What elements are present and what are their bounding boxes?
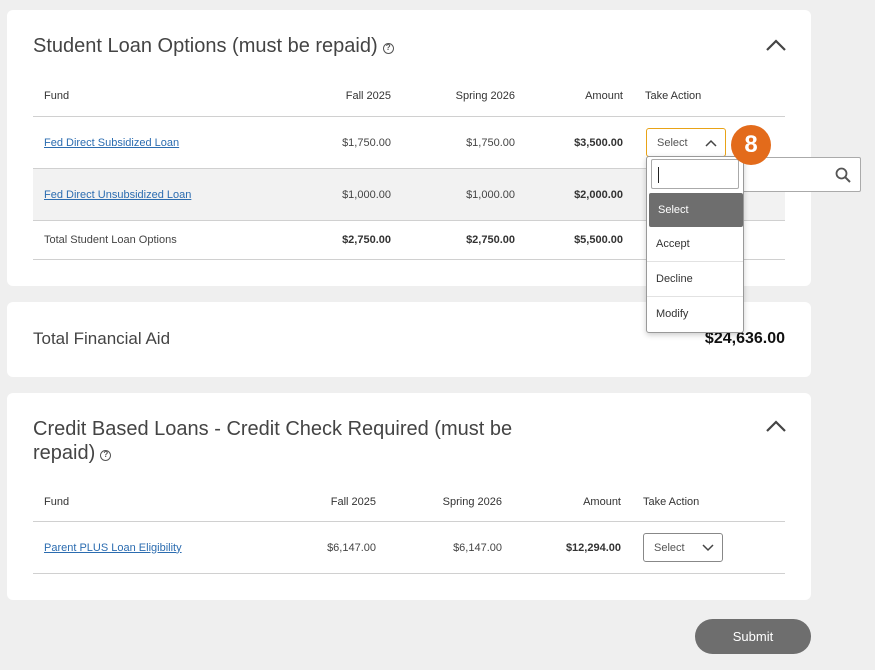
spring-amount: $6,147.00 [453, 541, 502, 554]
chevron-down-icon [702, 543, 714, 551]
text-cursor [658, 167, 659, 183]
credit-based-loans-card: Credit Based Loans - Credit Check Requir… [7, 393, 811, 600]
total-fall: $2,750.00 [342, 234, 391, 246]
student-loan-options-title: Student Loan Options (must be repaid)? [33, 34, 394, 58]
total-amount: $12,294.00 [565, 541, 621, 554]
dropdown-option-select[interactable]: Select [649, 193, 743, 227]
help-icon[interactable]: ? [382, 42, 394, 54]
total-label: Total Student Loan Options [44, 234, 177, 246]
header-amount: Amount [585, 90, 623, 102]
dropdown-search-input[interactable] [651, 159, 739, 189]
fall-amount: $1,000.00 [342, 188, 391, 201]
take-action-dropdown: Select Accept Decline Modify [646, 156, 744, 333]
fall-amount: $6,147.00 [327, 541, 376, 554]
select-value: Select [657, 136, 688, 149]
collapse-credit-loans-button[interactable] [764, 418, 788, 436]
divider [33, 573, 785, 574]
spring-amount: $1,750.00 [466, 136, 515, 149]
total-amount: $5,500.00 [574, 234, 623, 246]
search-icon[interactable] [835, 167, 851, 183]
header-fall: Fall 2025 [345, 90, 391, 102]
fund-link[interactable]: Fed Direct Subsidized Loan [44, 117, 179, 168]
chevron-up-icon [766, 420, 786, 432]
spring-amount: $1,000.00 [466, 188, 515, 201]
header-take-action: Take Action [645, 90, 702, 102]
total-amount: $3,500.00 [574, 136, 623, 149]
fund-link[interactable]: Parent PLUS Loan Eligibility [44, 522, 182, 573]
table-header: Fund Fall 2025 Spring 2026 Amount Take A… [33, 86, 785, 106]
header-fund: Fund [44, 496, 70, 508]
header-spring: Spring 2026 [442, 496, 502, 508]
fall-amount: $1,750.00 [342, 136, 391, 149]
header-take-action: Take Action [643, 496, 700, 508]
fund-link[interactable]: Fed Direct Unsubsidized Loan [44, 169, 191, 220]
dropdown-option-modify[interactable]: Modify [647, 296, 743, 330]
header-spring: Spring 2026 [455, 90, 515, 102]
table-header: Fund Fall 2025 Spring 2026 Amount Take A… [33, 492, 785, 512]
student-loan-options-title-text: Student Loan Options (must be repaid) [33, 35, 378, 57]
total-aid-label: Total Financial Aid [33, 329, 171, 348]
credit-loans-title: Credit Based Loans - Credit Check Requir… [33, 417, 573, 465]
dropdown-option-accept[interactable]: Accept [647, 227, 743, 261]
collapse-student-loans-button[interactable] [764, 37, 788, 55]
credit-loans-title-line2: repaid) [33, 442, 96, 464]
help-icon[interactable]: ? [100, 449, 112, 461]
total-spring: $2,750.00 [466, 234, 515, 246]
select-value: Select [654, 541, 685, 554]
header-amount: Amount [583, 496, 621, 508]
take-action-select[interactable]: Select [643, 533, 723, 562]
credit-loans-title-line1: Credit Based Loans - Credit Check Requir… [33, 418, 513, 440]
chevron-up-icon [705, 139, 717, 147]
chevron-up-icon [766, 39, 786, 51]
take-action-select[interactable]: Select [646, 128, 726, 157]
submit-button[interactable]: Submit [695, 619, 811, 654]
dropdown-option-decline[interactable]: Decline [647, 261, 743, 295]
header-fund: Fund [44, 90, 70, 102]
total-amount: $2,000.00 [574, 188, 623, 201]
header-fall: Fall 2025 [330, 496, 376, 508]
step-badge: 8 [731, 125, 771, 165]
